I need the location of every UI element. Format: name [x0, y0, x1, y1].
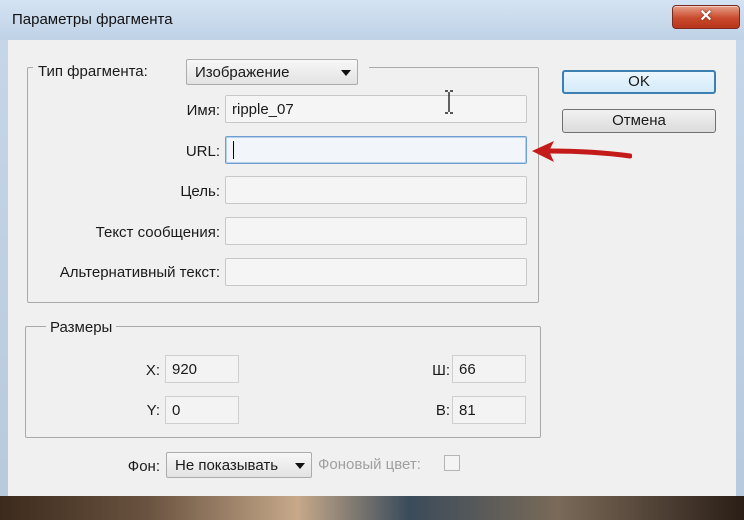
sizes-legend: Размеры	[46, 319, 117, 336]
dialog-client: Тип фрагмента: Изображение Имя: ripple_0…	[8, 40, 736, 496]
width-field[interactable]: 66	[452, 355, 526, 383]
window-title: Параметры фрагмента	[12, 11, 173, 28]
height-value: 81	[459, 402, 476, 419]
close-button[interactable]: ✕	[672, 5, 740, 29]
x-value: 920	[172, 361, 198, 378]
y-value: 0	[172, 402, 181, 419]
url-field[interactable]	[225, 136, 527, 164]
background-color-label: Фоновый цвет:	[318, 456, 421, 473]
ok-button[interactable]: OK	[562, 70, 716, 94]
background-image-strip	[0, 496, 744, 520]
fragment-type-value: Изображение	[195, 64, 290, 81]
alt-text-field[interactable]	[225, 258, 527, 286]
fragment-type-label: Тип фрагмента:	[38, 63, 148, 80]
red-arrow-icon	[532, 141, 632, 162]
chevron-down-icon	[295, 463, 305, 469]
fragment-type-select[interactable]: Изображение	[186, 59, 358, 85]
height-field[interactable]: 81	[452, 396, 526, 424]
x-label: X:	[145, 362, 160, 379]
name-field[interactable]: ripple_07	[225, 95, 527, 123]
chevron-down-icon	[341, 70, 351, 76]
background-color-swatch	[444, 455, 460, 471]
title-bar[interactable]: Параметры фрагмента ✕	[0, 0, 744, 40]
target-label: Цель:	[180, 183, 220, 200]
message-field[interactable]	[225, 217, 527, 245]
name-label: Имя:	[186, 102, 220, 119]
background-label: Фон:	[127, 458, 160, 475]
url-label: URL:	[185, 143, 220, 160]
background-select[interactable]: Не показывать	[166, 452, 312, 478]
background-value: Не показывать	[175, 457, 279, 474]
height-label: В:	[435, 402, 450, 419]
alt-text-label: Альтернативный текст:	[59, 264, 220, 281]
y-field[interactable]: 0	[165, 396, 239, 424]
close-icon: ✕	[699, 8, 713, 25]
cancel-button[interactable]: Отмена	[562, 109, 716, 133]
x-field[interactable]: 920	[165, 355, 239, 383]
text-caret	[233, 141, 234, 159]
target-field[interactable]	[225, 176, 527, 204]
name-field-value: ripple_07	[232, 101, 294, 118]
y-label: Y:	[146, 402, 160, 419]
width-label: Ш:	[432, 362, 450, 379]
fragment-type-legend: Тип фрагмента: Изображение	[33, 59, 369, 89]
message-label: Текст сообщения:	[95, 224, 220, 241]
width-value: 66	[459, 361, 476, 378]
i-beam-cursor-icon	[445, 90, 453, 114]
